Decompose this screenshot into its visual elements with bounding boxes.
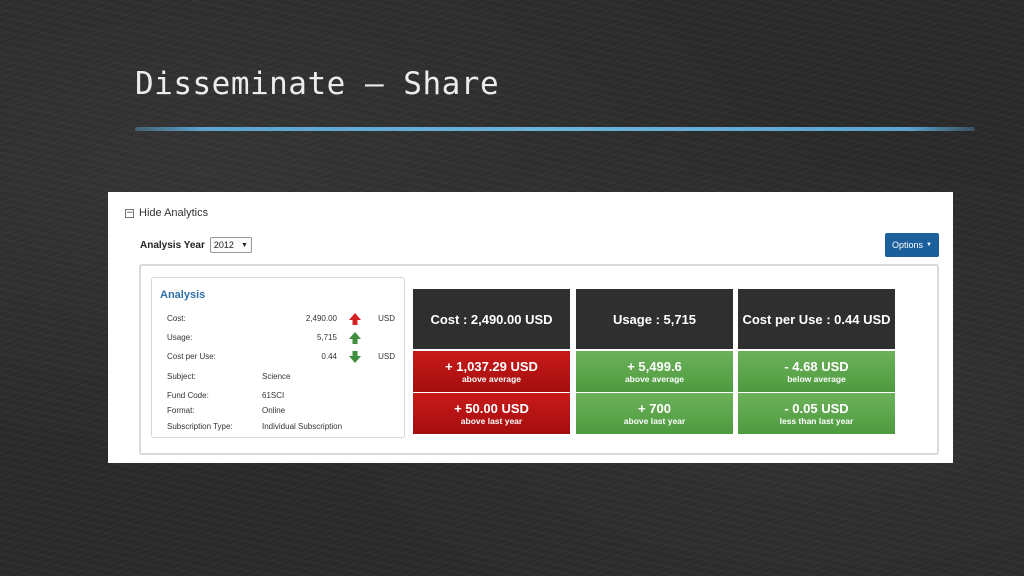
analysis-year-row: Analysis Year 2012 ▼: [140, 237, 252, 253]
usage-last-year-caption: above last year: [623, 415, 686, 426]
cost-last-year-caption: above last year: [460, 415, 523, 426]
usage-last-year-tile: + 700 above last year: [576, 393, 733, 434]
format-row: Format: Online: [167, 404, 397, 418]
analysis-details-box: Analysis Cost: 2,490.00 USD Usage: 5,715…: [151, 277, 405, 438]
cost-per-use-row: Cost per Use: 0.44 USD: [167, 350, 397, 364]
cost-average-tile: + 1,037.29 USD above average: [413, 351, 570, 392]
cost-label: Cost:: [167, 314, 186, 323]
cost-per-use-last-year-caption: less than last year: [779, 415, 854, 426]
usage-value: 5,715: [316, 333, 337, 342]
cost-per-use-average-value: - 4.68 USD: [784, 358, 849, 374]
hide-analytics-toggle[interactable]: − Hide Analytics: [125, 207, 208, 219]
subscription-type-label: Subscription Type:: [167, 422, 233, 431]
cost-last-year-tile: + 50.00 USD above last year: [413, 393, 570, 434]
fund-code-label: Fund Code:: [167, 391, 209, 400]
collapse-icon[interactable]: −: [125, 208, 134, 218]
caret-down-icon: ▼: [926, 242, 932, 248]
cost-per-use-last-year-value: - 0.05 USD: [784, 400, 849, 416]
usage-header-text: Usage : 5,715: [612, 311, 697, 327]
cost-per-use-header-tile: Cost per Use : 0.44 USD: [738, 289, 895, 349]
fund-code-row: Fund Code: 61SCI: [167, 389, 397, 403]
cost-per-use-average-tile: - 4.68 USD below average: [738, 351, 895, 392]
options-button[interactable]: Options ▼: [885, 233, 939, 257]
fund-code-value: 61SCI: [262, 391, 285, 400]
analysis-year-select[interactable]: 2012 ▼: [209, 237, 252, 253]
title-underline: [135, 127, 975, 131]
cost-per-use-value: 0.44: [321, 352, 337, 361]
usage-row: Usage: 5,715: [167, 331, 397, 345]
hide-analytics-label[interactable]: Hide Analytics: [139, 207, 208, 219]
analytics-screenshot: − Hide Analytics Analysis Year 2012 ▼ Op…: [108, 192, 953, 463]
format-label: Format:: [167, 406, 195, 415]
cost-per-use-unit: USD: [378, 352, 395, 361]
subscription-type-row: Subscription Type: Individual Subscripti…: [167, 420, 397, 434]
usage-header-tile: Usage : 5,715: [576, 289, 733, 349]
usage-label: Usage:: [167, 333, 193, 342]
usage-average-value: + 5,499.6: [627, 358, 682, 374]
subject-label: Subject:: [167, 372, 196, 381]
format-value: Online: [262, 406, 286, 415]
cost-row: Cost: 2,490.00 USD: [167, 312, 397, 326]
cost-per-use-label: Cost per Use:: [167, 352, 216, 361]
cost-per-use-last-year-tile: - 0.05 USD less than last year: [738, 393, 895, 434]
cost-average-caption: above average: [461, 373, 522, 384]
cost-last-year-value: + 50.00 USD: [454, 400, 529, 416]
options-label: Options: [892, 240, 924, 250]
usage-last-year-value: + 700: [638, 400, 671, 416]
up-arrow-icon: [349, 313, 361, 325]
chevron-down-icon: ▼: [240, 241, 248, 249]
cost-value: 2,490.00: [305, 314, 337, 323]
subject-row: Subject: Science: [167, 370, 397, 384]
subscription-type-value: Individual Subscription: [262, 422, 343, 431]
usage-average-tile: + 5,499.6 above average: [576, 351, 733, 392]
slide-title: Disseminate – Share: [135, 66, 500, 102]
analysis-year-value: 2012: [213, 240, 234, 250]
cost-per-use-header-text: Cost per Use : 0.44 USD: [742, 311, 891, 327]
cost-unit: USD: [378, 314, 395, 323]
subject-value: Science: [262, 372, 291, 381]
down-arrow-icon: [349, 351, 361, 363]
usage-average-caption: above average: [624, 373, 685, 384]
cost-header-tile: Cost : 2,490.00 USD: [413, 289, 570, 349]
cost-header-text: Cost : 2,490.00 USD: [430, 311, 553, 327]
analysis-heading: Analysis: [160, 289, 206, 301]
analysis-year-label: Analysis Year: [140, 239, 205, 251]
cost-per-use-average-caption: below average: [787, 373, 846, 384]
up-arrow-icon: [349, 332, 361, 344]
cost-average-value: + 1,037.29 USD: [445, 358, 538, 374]
